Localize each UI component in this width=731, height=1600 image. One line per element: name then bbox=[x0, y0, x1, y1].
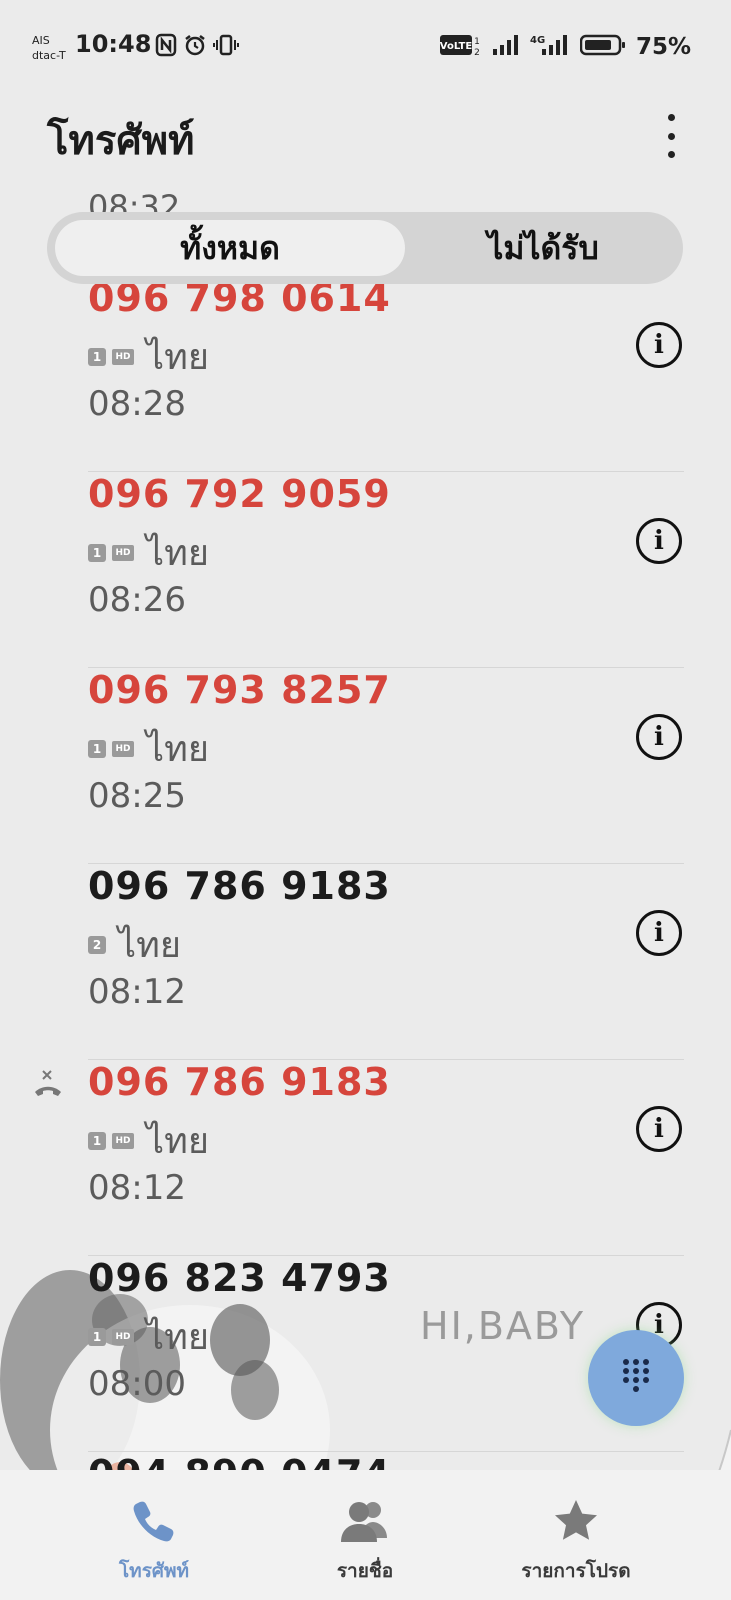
info-icon[interactable]: i bbox=[636, 1106, 682, 1152]
nav-item-contacts[interactable]: รายชื่อ bbox=[275, 1498, 455, 1586]
svg-text:2: 2 bbox=[474, 48, 480, 57]
call-filter-tabs: ทั้งหมด ไม่ได้รับ bbox=[47, 212, 683, 284]
info-icon[interactable]: i bbox=[636, 322, 682, 368]
missed-call-icon bbox=[32, 1068, 64, 1104]
status-icons-right: VoLTE 1 2 4G 75% bbox=[440, 33, 691, 61]
dialpad-button[interactable] bbox=[588, 1330, 684, 1426]
hd-icon: HD bbox=[112, 1132, 134, 1149]
call-country: ไทย bbox=[146, 533, 209, 574]
contacts-icon bbox=[339, 1498, 391, 1548]
more-options-icon[interactable] bbox=[656, 114, 686, 158]
call-log-row[interactable]: 096 786 9183 2 ไทย 08:12 i bbox=[88, 864, 684, 1060]
phone-icon bbox=[131, 1498, 177, 1548]
call-number: 096 823 4793 bbox=[88, 1256, 391, 1300]
call-time: 08:12 bbox=[88, 972, 186, 1012]
call-country: ไทย bbox=[146, 337, 209, 378]
sim-icon: 2 bbox=[88, 935, 106, 954]
battery-icon bbox=[579, 33, 626, 61]
call-meta: 1 HD ไทย bbox=[88, 1112, 209, 1169]
status-icons-left bbox=[155, 33, 239, 61]
sim-icon: 1 bbox=[88, 1131, 106, 1150]
tab-missed[interactable]: ไม่ได้รับ bbox=[411, 220, 675, 276]
svg-text:1: 1 bbox=[474, 37, 480, 47]
page-title: โทรศัพท์ bbox=[47, 118, 195, 164]
signal-sim1-icon bbox=[492, 33, 520, 61]
call-log-list[interactable]: 08:32 096 798 0614 1 HD ไทย 08:28 i 096 … bbox=[0, 180, 731, 1470]
call-country: ไทย bbox=[146, 1121, 209, 1162]
call-country: ไทย bbox=[118, 925, 181, 966]
call-number: 096 786 9183 bbox=[88, 864, 391, 908]
call-time: 08:00 bbox=[88, 1364, 186, 1404]
dialpad-icon bbox=[619, 1356, 653, 1400]
call-meta: 1 HD ไทย bbox=[88, 720, 209, 777]
sim-icon: 1 bbox=[88, 543, 106, 562]
call-country: ไทย bbox=[146, 729, 209, 770]
sim-icon: 1 bbox=[88, 347, 106, 366]
svg-text:VoLTE: VoLTE bbox=[440, 41, 472, 52]
info-icon[interactable]: i bbox=[636, 910, 682, 956]
call-number: 096 792 9059 bbox=[88, 472, 391, 516]
call-number: 096 786 9183 bbox=[88, 1060, 391, 1104]
call-meta: 2 ไทย bbox=[88, 916, 181, 973]
call-meta: 1 HD ไทย bbox=[88, 524, 209, 581]
nav-item-favorites[interactable]: รายการโปรด bbox=[486, 1498, 666, 1586]
svg-text:4G: 4G bbox=[530, 35, 545, 46]
call-log-row[interactable]: 096 786 9183 1 HD ไทย 08:12 i bbox=[88, 1060, 684, 1256]
call-meta: 1 HD ไทย bbox=[88, 1308, 209, 1365]
nav-label-phone: โทรศัพท์ bbox=[118, 1560, 190, 1582]
call-log-row[interactable]: 096 792 9059 1 HD ไทย 08:26 i bbox=[88, 472, 684, 668]
hd-icon: HD bbox=[112, 348, 134, 365]
battery-percent: 75% bbox=[635, 34, 691, 60]
alarm-icon bbox=[183, 33, 207, 61]
carrier-top: AIS bbox=[32, 34, 50, 47]
bottom-nav: โทรศัพท์ รายชื่อ รายการโปรด bbox=[0, 1470, 731, 1600]
tab-all[interactable]: ทั้งหมด bbox=[55, 220, 405, 276]
star-icon bbox=[553, 1498, 599, 1548]
call-time: 08:25 bbox=[88, 776, 186, 816]
carrier-info: AIS dtac-T bbox=[32, 33, 66, 63]
sim-icon: 1 bbox=[88, 1327, 106, 1346]
nav-item-phone[interactable]: โทรศัพท์ bbox=[64, 1498, 244, 1586]
status-clock: 10:48 bbox=[75, 30, 152, 58]
call-meta: 1 HD ไทย bbox=[88, 328, 209, 385]
call-time: 08:28 bbox=[88, 384, 186, 424]
volte-icon: VoLTE 1 2 bbox=[440, 33, 482, 61]
hd-icon: HD bbox=[112, 740, 134, 757]
info-icon[interactable]: i bbox=[636, 518, 682, 564]
call-time: 08:26 bbox=[88, 580, 186, 620]
wallpaper-caption: HI,BABY bbox=[420, 1304, 586, 1348]
call-country: ไทย bbox=[146, 1317, 209, 1358]
status-bar: AIS dtac-T 10:48 VoLTE 1 2 4G 75% bbox=[0, 0, 731, 90]
call-time: 08:12 bbox=[88, 1168, 186, 1208]
signal-4g-icon: 4G bbox=[530, 33, 570, 61]
nav-label-contacts: รายชื่อ bbox=[336, 1560, 394, 1582]
call-number: 096 793 8257 bbox=[88, 668, 391, 712]
carrier-bottom: dtac-T bbox=[32, 49, 66, 62]
call-log-row[interactable]: 096 798 0614 1 HD ไทย 08:28 i bbox=[88, 276, 684, 472]
hd-icon: HD bbox=[112, 1328, 134, 1345]
hd-icon: HD bbox=[112, 544, 134, 561]
vibrate-icon bbox=[213, 33, 239, 61]
nfc-icon bbox=[155, 33, 177, 61]
sim-icon: 1 bbox=[88, 739, 106, 758]
nav-label-favorites: รายการโปรด bbox=[521, 1560, 631, 1582]
info-icon[interactable]: i bbox=[636, 714, 682, 760]
call-number-partial[interactable]: 094 890 0474 bbox=[88, 1452, 391, 1470]
call-log-row[interactable]: 096 793 8257 1 HD ไทย 08:25 i bbox=[88, 668, 684, 864]
